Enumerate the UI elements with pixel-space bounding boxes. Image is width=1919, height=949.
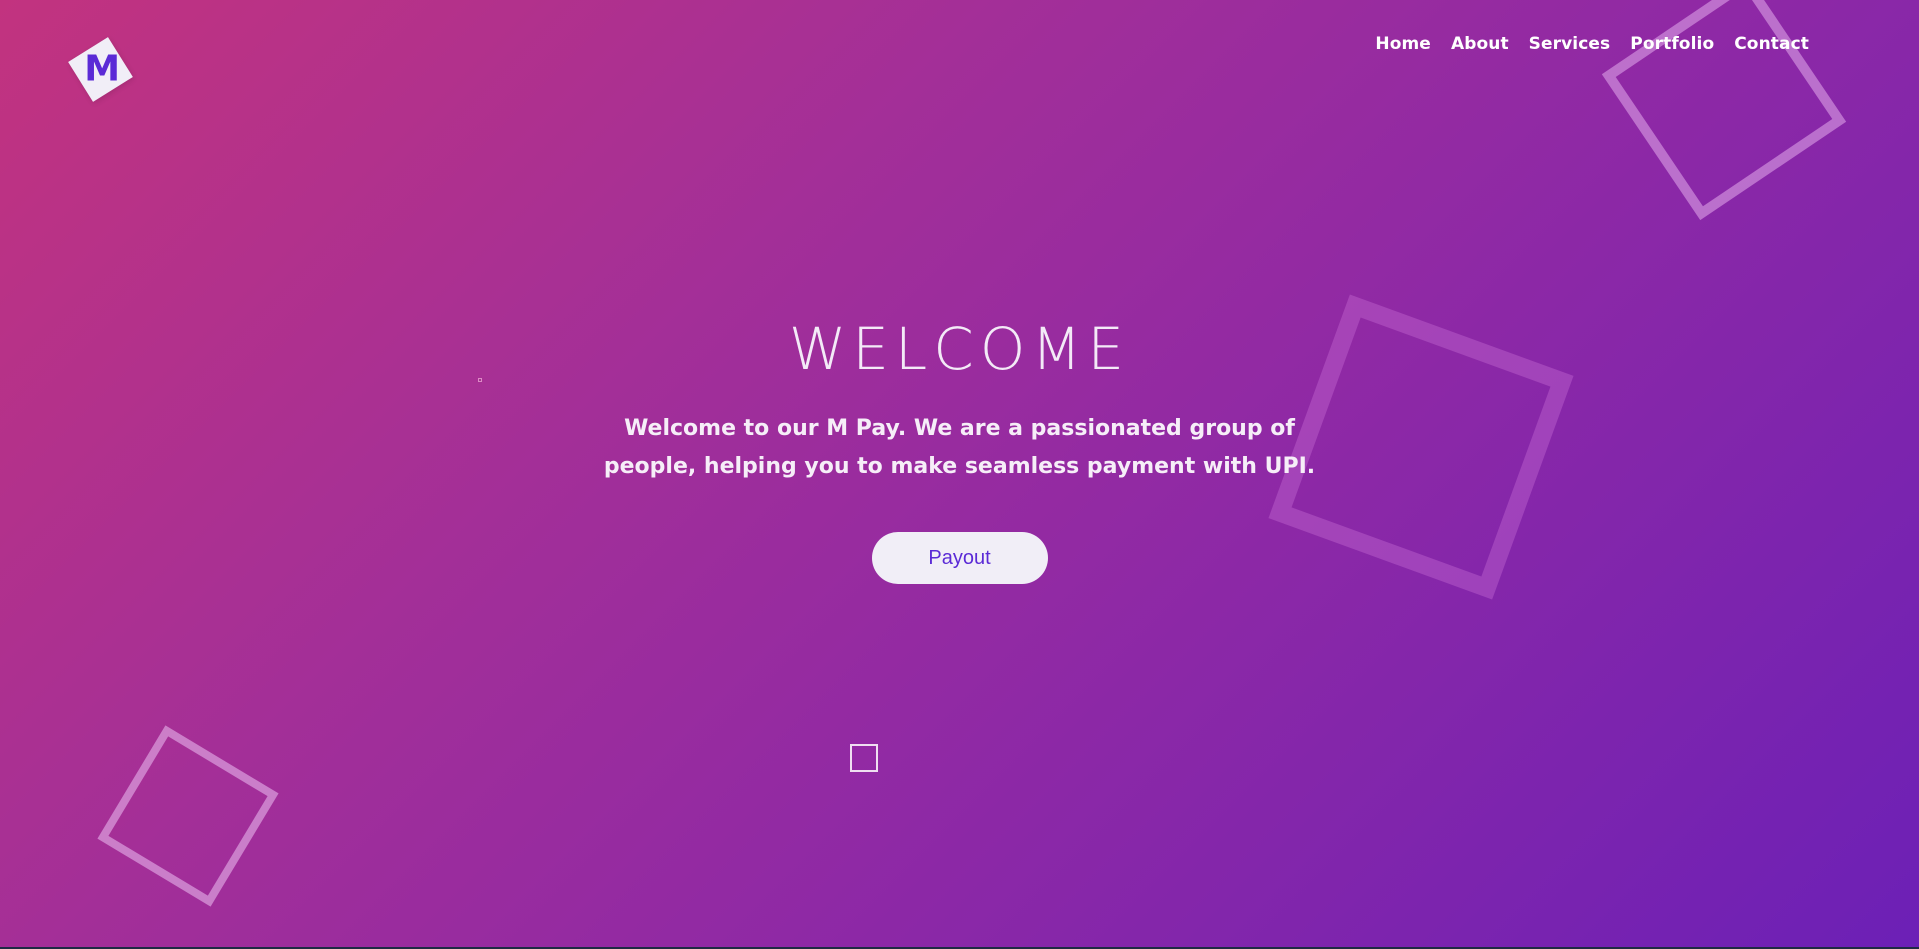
hero-section: WELCOME Welcome to our M Pay. We are a p… [0,312,1919,584]
nav-item-services[interactable]: Services [1529,34,1611,54]
logo-letter: M [83,48,118,90]
payout-button[interactable]: Payout [871,532,1048,584]
hero-description: Welcome to our M Pay. We are a passionat… [603,416,1316,479]
logo-link[interactable]: M [68,37,133,102]
nav-item-portfolio[interactable]: Portfolio [1630,34,1714,54]
nav-item-about[interactable]: About [1451,34,1509,54]
decorative-square-bottom-left [97,725,279,907]
main-nav: Home About Services Portfolio Contact [1375,34,1809,54]
nav-item-home[interactable]: Home [1375,34,1431,54]
decorative-square-small [850,744,878,772]
nav-item-contact[interactable]: Contact [1734,34,1809,54]
hero-title: WELCOME [788,315,1131,383]
